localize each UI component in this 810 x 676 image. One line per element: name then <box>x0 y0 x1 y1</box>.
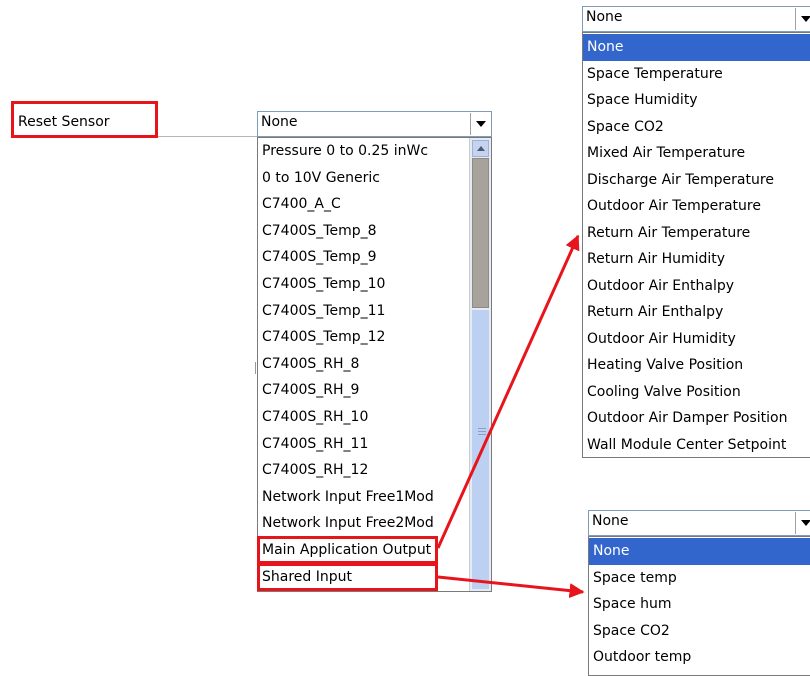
app-output-dropdown-list[interactable]: NoneSpace TemperatureSpace HumiditySpace… <box>582 32 810 458</box>
list-item[interactable]: Outdoor Air Temperature <box>583 193 810 220</box>
list-item[interactable]: None <box>589 538 810 565</box>
list-item[interactable]: Wall Module Center Setpoint <box>583 432 810 459</box>
list-item[interactable]: C7400S_Temp_8 <box>258 218 467 245</box>
list-item[interactable]: Network Input Free2Mod <box>258 510 467 537</box>
list-item[interactable]: Mixed Air Temperature <box>583 140 810 167</box>
list-item[interactable]: Space hum <box>589 591 810 618</box>
list-item[interactable]: C7400S_Temp_9 <box>258 244 467 271</box>
grip-icon <box>478 428 486 429</box>
grip-icon <box>478 434 486 435</box>
list-item[interactable]: Pressure 0 to 0.25 inWc <box>258 138 467 165</box>
main-application-output-highlight <box>257 536 438 564</box>
divider-tick <box>255 362 256 374</box>
combo-value: None <box>592 513 629 529</box>
list-item[interactable]: C7400_A_C <box>258 191 467 218</box>
list-item[interactable]: Discharge Air Temperature <box>583 167 810 194</box>
list-item[interactable]: C7400S_Temp_11 <box>258 298 467 325</box>
scrollbar-thumb[interactable] <box>472 158 489 308</box>
list-item[interactable]: Heating Valve Position <box>583 352 810 379</box>
list-item[interactable]: Outdoor Air Humidity <box>583 326 810 353</box>
list-item[interactable]: Space Temperature <box>583 61 810 88</box>
list-item[interactable]: Return Air Enthalpy <box>583 299 810 326</box>
list-item[interactable]: Return Air Humidity <box>583 246 810 273</box>
chevron-down-icon <box>801 520 810 526</box>
shared-input-dropdown-list[interactable]: NoneSpace tempSpace humSpace CO2Outdoor … <box>588 536 810 676</box>
list-item[interactable]: Outdoor Air Enthalpy <box>583 273 810 300</box>
chevron-down-icon <box>801 16 810 22</box>
scrollbar[interactable] <box>469 138 491 591</box>
app-output-combo[interactable]: None <box>582 6 810 32</box>
reset-sensor-dropdown-list[interactable]: Pressure 0 to 0.25 inWc0 to 10V GenericC… <box>257 137 492 592</box>
dropdown-button[interactable] <box>795 512 810 534</box>
list-item[interactable]: Space CO2 <box>589 618 810 645</box>
combo-value: None <box>261 114 298 130</box>
scroll-up-button[interactable] <box>472 140 489 157</box>
grip-icon <box>478 431 486 432</box>
list-item[interactable]: Network Input Free1Mod <box>258 484 467 511</box>
shared-input-highlight <box>257 563 438 591</box>
scrollbar-track[interactable] <box>472 310 489 589</box>
list-item[interactable]: C7400S_RH_9 <box>258 377 467 404</box>
list-item[interactable]: C7400S_RH_12 <box>258 457 467 484</box>
list-item[interactable]: C7400S_RH_11 <box>258 431 467 458</box>
list-item[interactable]: Space temp <box>589 565 810 592</box>
list-item[interactable]: Cooling Valve Position <box>583 379 810 406</box>
dropdown-button[interactable] <box>795 8 810 30</box>
list-item[interactable]: Return Air Temperature <box>583 220 810 247</box>
list-item[interactable]: C7400S_Temp_10 <box>258 271 467 298</box>
arrow-up-icon <box>477 146 485 151</box>
combo-value: None <box>586 9 623 25</box>
shared-input-combo[interactable]: None <box>588 510 810 536</box>
list-item[interactable]: Space Humidity <box>583 87 810 114</box>
list-item[interactable]: 0 to 10V Generic <box>258 165 467 192</box>
list-item[interactable]: C7400S_RH_8 <box>258 351 467 378</box>
dropdown-button[interactable] <box>470 113 490 135</box>
reset-sensor-label: Reset Sensor <box>18 114 110 130</box>
reset-sensor-combo[interactable]: None <box>257 111 492 137</box>
divider-line <box>158 136 258 137</box>
list-item[interactable]: None <box>583 34 810 61</box>
list-item[interactable]: Space CO2 <box>583 114 810 141</box>
list-item[interactable]: C7400S_Temp_12 <box>258 324 467 351</box>
list-item[interactable]: Outdoor Air Damper Position <box>583 405 810 432</box>
list-item[interactable]: C7400S_RH_10 <box>258 404 467 431</box>
chevron-down-icon <box>476 121 486 127</box>
